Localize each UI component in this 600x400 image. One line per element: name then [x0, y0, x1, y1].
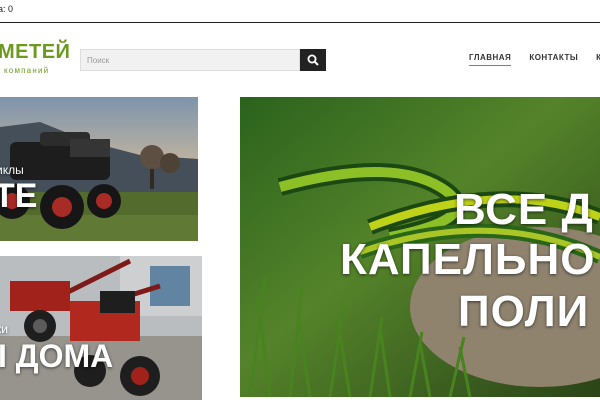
search-button[interactable]	[300, 49, 326, 71]
nav-item-catalog[interactable]: КА	[596, 53, 600, 66]
nav-item-contacts[interactable]: КОНТАКТЫ	[529, 53, 578, 66]
cart-counter[interactable]: а: 0	[0, 4, 13, 14]
hero-title-line3: ПОЛИ	[458, 287, 590, 336]
category-tile-tillers[interactable]: ки I ДОМА	[0, 256, 202, 400]
main-nav: ГЛАВНАЯ КОНТАКТЫ КА	[469, 53, 600, 66]
tile-tillers-subtitle: ки	[0, 322, 8, 336]
tile-atv-subtitle: иклы	[0, 163, 24, 177]
search-bar	[80, 49, 326, 71]
site-logo[interactable]: МЕТЕЙ	[0, 41, 70, 64]
category-tile-atv[interactable]: иклы ТЕ	[0, 97, 198, 241]
tiller-photo	[0, 256, 202, 400]
atv-photo	[0, 97, 198, 241]
top-bar: а: 0	[0, 0, 600, 23]
search-input[interactable]	[80, 49, 300, 71]
tile-atv-title: ТЕ	[0, 177, 38, 215]
hero-title-line2: КАПЕЛЬНО	[340, 235, 596, 284]
nav-item-home[interactable]: ГЛАВНАЯ	[469, 53, 512, 66]
hero-banner-drip-irrigation[interactable]: ВСЕ Д КАПЕЛЬНО ПОЛИ	[240, 97, 600, 397]
hero-title-line1: ВСЕ Д	[454, 185, 594, 234]
tile-tillers-title: I ДОМА	[0, 338, 114, 374]
search-icon	[307, 54, 319, 66]
logo-subtitle: компаний	[4, 66, 50, 75]
